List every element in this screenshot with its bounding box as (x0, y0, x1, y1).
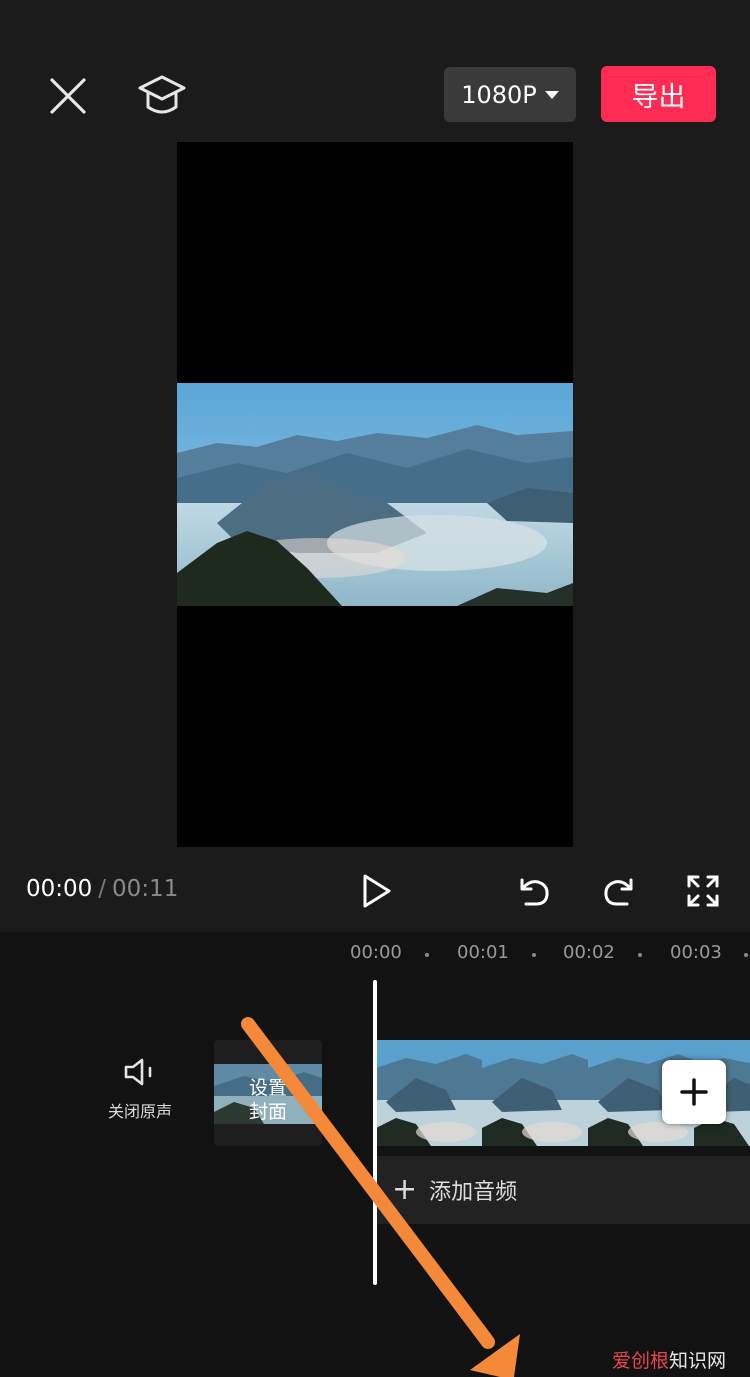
redo-icon (604, 878, 633, 906)
learn-cap-icon (138, 75, 186, 114)
resolution-dropdown[interactable]: 1080P (444, 67, 576, 122)
ruler-dot (425, 953, 429, 957)
ruler-dot (638, 953, 642, 957)
time-display: 00:00/00:11 (26, 876, 178, 902)
redo-button[interactable] (596, 868, 642, 914)
timeline-panel[interactable]: 00:00 00:01 00:02 00:03 关闭原声 设置 封面 + 添加音… (0, 932, 750, 1377)
play-button[interactable] (353, 868, 399, 914)
playhead[interactable] (373, 980, 377, 1285)
current-time: 00:00 (26, 876, 93, 902)
speaker-icon (124, 1058, 152, 1086)
time-separator: / (98, 876, 107, 902)
undo-icon (520, 878, 549, 906)
total-time: 00:11 (112, 876, 179, 902)
ruler-dot (532, 953, 536, 957)
ruler-label: 00:00 (350, 942, 402, 963)
ruler-label: 00:01 (457, 942, 509, 963)
tutorial-button[interactable] (134, 68, 190, 124)
fullscreen-icon (687, 875, 719, 907)
playback-controls: 00:00/00:11 (0, 850, 750, 932)
add-audio-button[interactable]: + 添加音频 (376, 1156, 750, 1224)
top-bar: 1080P 导出 (0, 0, 750, 142)
plus-icon: + (392, 1172, 418, 1207)
resolution-label: 1080P (461, 80, 537, 109)
close-icon (50, 78, 86, 114)
cover-label-line2: 封面 (248, 1101, 287, 1123)
cover-label: 设置 封面 (214, 1076, 322, 1124)
undo-button[interactable] (511, 868, 557, 914)
ruler-label: 00:02 (563, 942, 615, 963)
play-icon (363, 874, 391, 908)
add-audio-label: 添加音频 (429, 1180, 518, 1205)
ruler-label: 00:03 (670, 942, 722, 963)
export-label: 导出 (631, 81, 686, 113)
mute-label: 关闭原声 (107, 1102, 172, 1121)
video-preview[interactable] (177, 142, 573, 847)
ruler-dot (744, 953, 748, 957)
clip-frame (482, 1040, 588, 1146)
watermark: 爱创根知识网 (612, 1346, 726, 1373)
dropdown-caret-icon (544, 90, 559, 99)
clip-frame (376, 1040, 482, 1146)
fullscreen-button[interactable] (680, 868, 726, 914)
cover-label-line1: 设置 (248, 1077, 287, 1099)
add-clip-button[interactable] (662, 1060, 726, 1124)
watermark-part2: 知识网 (668, 1350, 726, 1372)
watermark-part1: 爱创根 (611, 1350, 669, 1372)
mute-original-audio-button[interactable]: 关闭原声 (98, 1056, 182, 1136)
plus-icon (680, 1078, 708, 1106)
close-button[interactable] (42, 70, 94, 122)
export-button[interactable]: 导出 (601, 66, 716, 122)
mountain-landscape-image (177, 383, 573, 606)
set-cover-button[interactable]: 设置 封面 (214, 1040, 322, 1146)
time-ruler: 00:00 00:01 00:02 00:03 (0, 942, 750, 972)
